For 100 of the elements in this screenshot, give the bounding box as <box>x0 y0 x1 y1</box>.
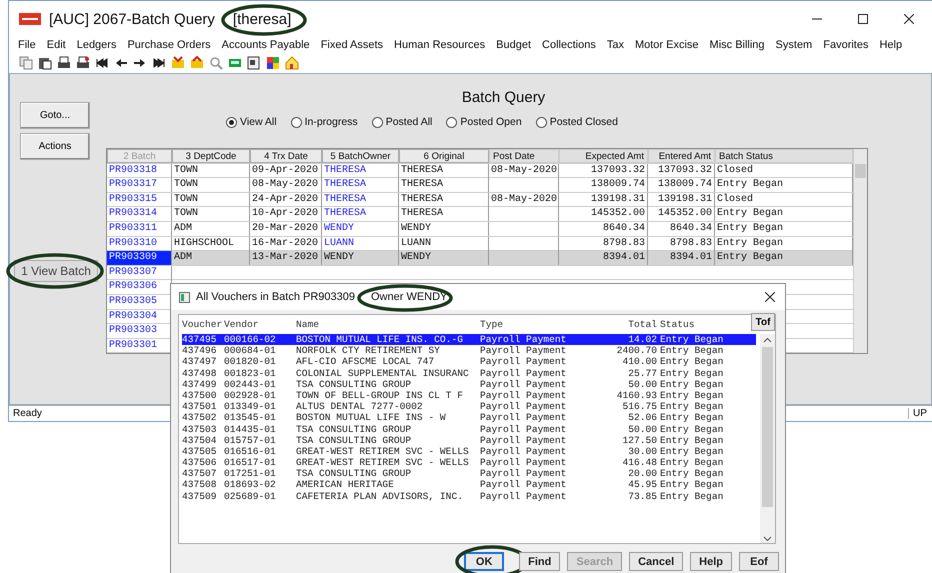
dialog-button[interactable]: Eof <box>739 552 779 571</box>
folder-icon[interactable] <box>190 56 204 70</box>
table-cell-text: Entry Began <box>660 490 724 502</box>
table-cell-text: 127.50 <box>621 434 658 446</box>
voucher-row[interactable]: 437509 025689-01 CAFETERIA PLAN ADVISORS, INC. Payroll Payment 73.85 Entry Began <box>182 490 756 502</box>
voucher-row[interactable]: 437501 013349-01 ALTUS DENTAL 7277-0002 Payroll Payment 516.75 Entry Began <box>182 401 756 412</box>
menu-item[interactable]: Budget <box>496 39 532 51</box>
menu-item[interactable]: Edit <box>46 39 66 51</box>
menu-item[interactable]: System <box>776 39 812 51</box>
batch-row[interactable]: PR903317 TOWN 08-May-2020 THERESA THERESA 138009.74 138009.74 Entry Began <box>107 178 853 193</box>
menu-item[interactable]: Ledgers <box>76 39 116 51</box>
copy-icon[interactable] <box>19 56 33 70</box>
view-batch-button[interactable]: 1 View Batch <box>14 260 98 282</box>
column-header[interactable]: 5 BatchOwner <box>322 149 399 163</box>
table-cell: THERESA <box>399 178 489 192</box>
screen-icon[interactable] <box>228 56 242 70</box>
user-name: [theresa] <box>232 10 292 28</box>
scrollbar[interactable] <box>853 149 867 354</box>
voucher-row[interactable]: 437495 000166-02 BOSTON MUTUAL LIFE INS. CO.-G Payroll Payment 14.02 Entry Began <box>182 334 756 346</box>
window-icon <box>179 292 190 302</box>
voucher-row[interactable]: 437498 001823-01 COLONIAL SUPPLEMENTAL INSURANC Payroll Payment 25.77 Entry Began <box>182 368 756 379</box>
home-icon[interactable] <box>285 56 299 70</box>
print-icon[interactable] <box>57 56 71 70</box>
scroll-down-icon[interactable] <box>763 535 772 543</box>
column-header[interactable]: 6 Original <box>399 149 489 163</box>
voucher-row[interactable]: 437508 018693-02 AMERICAN HERITAGE Payroll Payment 45.95 Entry Began <box>182 479 756 491</box>
voucher-row[interactable]: 437507 017251-01 TSA CONSULTING GROUP Payroll Payment 20.00 Entry Began <box>182 468 756 480</box>
filter-radio[interactable]: Posted Closed <box>536 116 618 128</box>
side-button[interactable]: Goto... <box>20 102 90 129</box>
voucher-row[interactable]: 437497 001820-01 AFL-CIO AFSCME LOCAL 747 Payroll Payment 410.00 Entry Began <box>182 356 756 368</box>
scroll-up-icon[interactable] <box>763 337 772 343</box>
menu-item[interactable]: Fixed Assets <box>320 39 384 51</box>
side-button[interactable]: Actions <box>20 133 90 160</box>
batch-row[interactable]: PR903314 TOWN 10-Apr-2020 THERESA THERESA 145352.00 145352.00 Entry Began <box>107 207 853 222</box>
dialog-button[interactable]: Find <box>519 552 560 571</box>
batch-row[interactable]: PR903310 HIGHSCHOOL 16-Mar-2020 LUANN LUANN 8798.83 8798.83 Entry Began <box>107 236 853 252</box>
top-button[interactable]: Tof <box>751 313 775 331</box>
minimize-icon[interactable] <box>812 18 822 20</box>
close-icon[interactable] <box>765 292 775 302</box>
voucher-row[interactable]: 437503 014435-01 TSA CONSULTING GROUP Payroll Payment 50.00 Entry Began <box>182 424 756 435</box>
paste-icon[interactable] <box>38 56 52 70</box>
voucher-row[interactable]: 437506 016517-01 GREAT-WEST RETIREM SVC - WELLS Payroll Payment 416.48 Entry Began <box>182 457 756 468</box>
table-cell-text: Entry Began <box>660 479 724 491</box>
properties-icon[interactable] <box>247 56 261 70</box>
scrollbar[interactable] <box>760 334 775 543</box>
column-header[interactable]: 3 DeptCode <box>172 149 250 163</box>
folder-icon[interactable] <box>171 56 185 70</box>
close-icon[interactable] <box>904 14 914 24</box>
table-cell[interactable]: PR903309 <box>107 251 172 266</box>
print-icon[interactable] <box>76 56 90 70</box>
dialog-button[interactable]: Help <box>690 552 732 571</box>
table-cell[interactable]: PR903311 <box>107 222 172 236</box>
dialog-button[interactable]: Cancel <box>629 552 684 571</box>
table-cell[interactable]: PR903314 <box>107 207 172 222</box>
column-header: Status <box>660 319 696 332</box>
batch-row[interactable]: PR903315 TOWN 24-Apr-2020 THERESA THERESA 08-May-2020 139198.31 139198.31 Closed <box>107 192 853 208</box>
filter-radio[interactable]: Posted Open <box>446 116 522 128</box>
voucher-row[interactable]: 437504 015757-01 TSA CONSULTING GROUP Payroll Payment 127.50 Entry Began <box>182 434 756 446</box>
left-arrow-icon[interactable] <box>114 56 128 70</box>
voucher-row[interactable]: 437505 016516-01 GREAT-WEST RETIREM SVC - WELLS Payroll Payment 30.00 Entry Began <box>182 446 756 458</box>
voucher-row[interactable]: 437496 000684-01 NORFOLK CTY RETIREMENT SY Payroll Payment 2400.70 Entry Began <box>182 345 756 356</box>
search-icon[interactable] <box>209 56 223 70</box>
table-cell: 8640.34 <box>559 222 648 236</box>
filter-radio[interactable]: In-progress <box>290 116 358 128</box>
table-cell-text: 437496 <box>182 345 218 356</box>
filter-radio[interactable]: Posted All <box>372 116 432 128</box>
color-icon[interactable] <box>266 56 280 70</box>
menu-item[interactable]: File <box>18 39 36 51</box>
batch-row[interactable]: PR903318 TOWN 09-Apr-2020 THERESA THERESA 08-May-2020 137093.32 137093.32 Closed <box>107 164 853 178</box>
table-cell-text: COLONIAL SUPPLEMENTAL INSURANC <box>296 368 470 379</box>
menu-item[interactable]: Accounts Payable <box>222 39 310 51</box>
menu-item[interactable]: Misc Billing <box>710 39 765 51</box>
voucher-row[interactable]: 437500 002928-01 TOWN OF BELL-GROUP INS CL T F Payroll Payment 4160.93 Entry Began <box>182 390 756 402</box>
table-cell-text: Payroll Payment <box>480 368 568 379</box>
menu-item[interactable]: Favorites <box>823 39 868 51</box>
menu-item[interactable]: Motor Excise <box>634 39 699 51</box>
table-cell-text: 018693-02 <box>224 479 277 491</box>
column-header[interactable]: 4 Trx Date <box>250 149 322 163</box>
right-arrow-icon[interactable] <box>133 56 147 70</box>
table-cell[interactable]: PR903317 <box>107 178 172 192</box>
table-cell-text: 001823-01 <box>224 368 277 379</box>
batch-row[interactable]: PR903309 ADM 13-Mar-2020 WENDY WENDY 8394.01 8394.01 Entry Began <box>107 251 853 266</box>
maximize-icon[interactable] <box>858 14 868 24</box>
voucher-row[interactable]: 437502 013545-01 BOSTON MUTUAL LIFE INS - W Payroll Payment 52.06 Entry Began <box>182 412 756 424</box>
menu-item[interactable]: Purchase Orders <box>127 39 211 51</box>
table-cell: 08-May-2020 <box>250 178 322 192</box>
table-cell-text: Entry Began <box>660 412 724 424</box>
table-cell-text: 437498 <box>182 368 218 379</box>
last-icon[interactable] <box>152 56 166 70</box>
menu-item[interactable]: Help <box>879 39 902 51</box>
voucher-row[interactable]: 437499 002443-01 TSA CONSULTING GROUP Payroll Payment 50.00 Entry Began <box>182 378 756 390</box>
menu-item[interactable]: Collections <box>542 39 596 51</box>
batch-row[interactable]: PR903311 ADM 20-Mar-2020 WENDY WENDY 8640.34 8640.34 Entry Began <box>107 222 853 237</box>
batch-row[interactable]: PR903307 <box>107 266 853 280</box>
first-icon[interactable] <box>95 56 109 70</box>
menu-item[interactable]: Tax <box>606 39 624 51</box>
menu-item[interactable]: Human Resources <box>394 39 486 51</box>
dialog-button[interactable]: OK <box>464 552 504 571</box>
filter-radio[interactable]: View All <box>226 116 277 128</box>
column-header: Type <box>480 319 504 332</box>
